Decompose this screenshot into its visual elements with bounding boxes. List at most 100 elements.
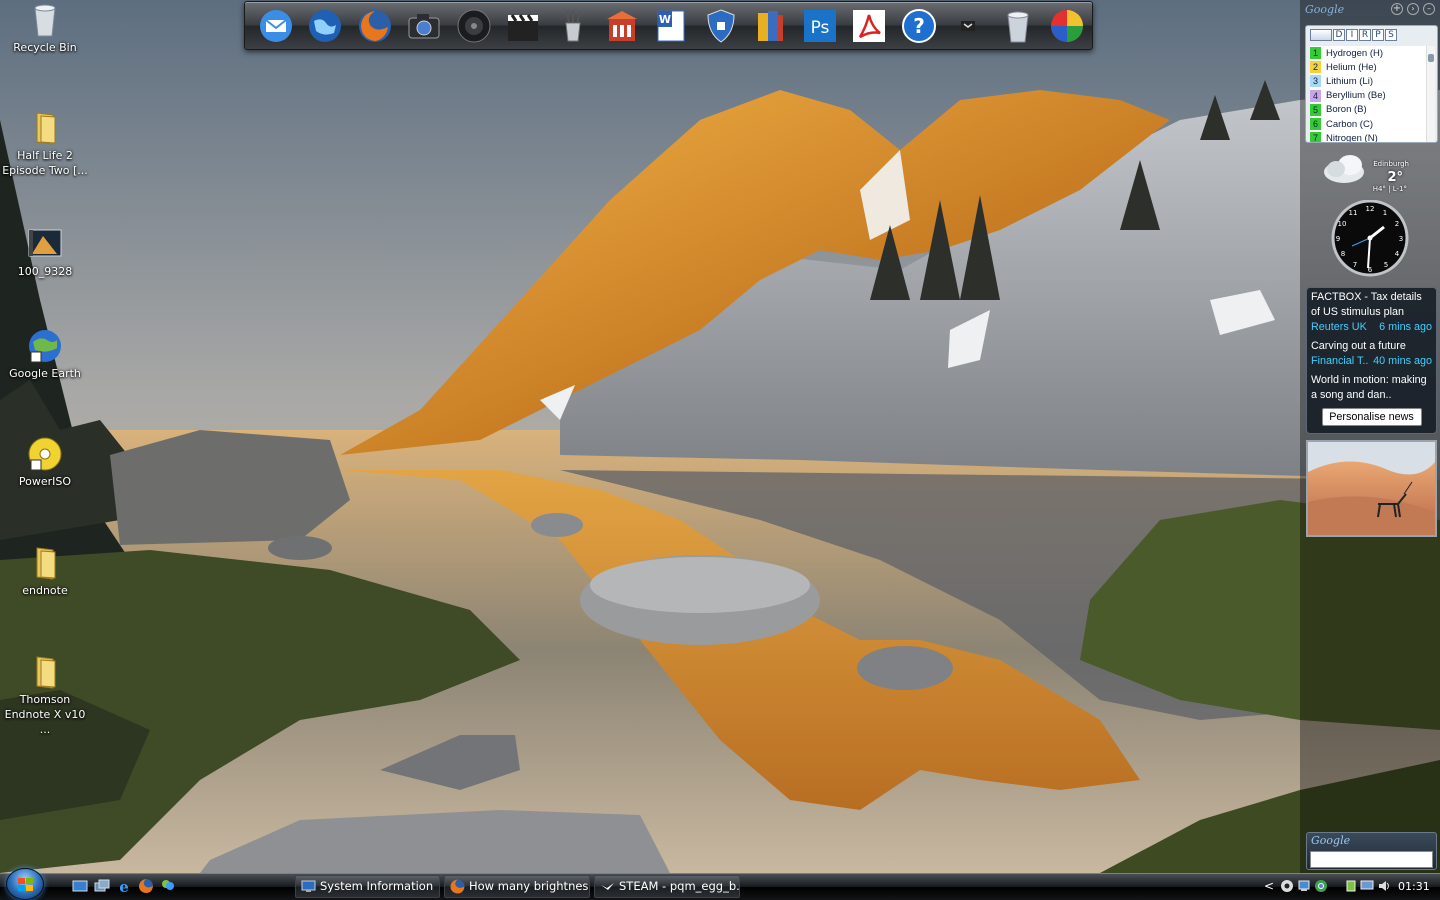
desktop-icon-half-life-2[interactable]: Half Life 2 Episode Two [... <box>0 110 90 178</box>
desktop-icon-poweriso[interactable]: PowerISO <box>0 436 90 489</box>
desktop-wallpaper <box>0 0 1440 873</box>
periodic-tab[interactable]: D <box>1333 29 1345 41</box>
news-headline[interactable]: FACTBOX - Tax details of US stimulus pla… <box>1311 290 1432 320</box>
trash-icon <box>1007 11 1029 42</box>
show-desktop-icon[interactable] <box>72 878 88 894</box>
periodic-tab[interactable]: S <box>1385 29 1397 41</box>
svg-text:Ps: Ps <box>810 18 829 38</box>
svg-text:e: e <box>119 878 129 894</box>
taskbar-task[interactable]: How many brightnes... <box>444 875 590 898</box>
steam-tray-icon[interactable] <box>1280 879 1294 893</box>
element-row[interactable]: 5 Boron (B) <box>1310 103 1426 117</box>
google-earth-icon <box>29 330 61 363</box>
clock-face-icon: 12 123 4567 891011 <box>1331 199 1409 277</box>
dock-books[interactable] <box>746 4 795 48</box>
news-source[interactable]: Reuters UK <box>1311 320 1367 335</box>
messenger-icon[interactable] <box>160 878 176 894</box>
dock-terminal[interactable] <box>944 4 993 48</box>
sidebar-next-icon[interactable]: › <box>1407 3 1419 15</box>
news-headline[interactable]: World in motion: making a song and dan.. <box>1311 373 1432 403</box>
dock-trash[interactable] <box>993 4 1042 48</box>
periodic-switch-icon[interactable] <box>1310 29 1332 41</box>
weather-gadget[interactable]: Edinburgh 2° H4° | L-1° <box>1322 150 1417 198</box>
weather-city: Edinburgh <box>1373 160 1409 168</box>
dock-library[interactable] <box>597 4 646 48</box>
volume-tray-icon[interactable] <box>1377 879 1391 893</box>
dock-word[interactable]: W <box>647 4 696 48</box>
safely-remove-tray-icon[interactable] <box>1344 879 1358 893</box>
dock-speaker[interactable] <box>449 4 498 48</box>
tray-expand-chevron[interactable]: < <box>1264 879 1274 893</box>
chrome-tray-icon[interactable] <box>1314 879 1328 893</box>
sidebar-add-gadget-icon[interactable]: + <box>1391 3 1403 15</box>
svg-text:2: 2 <box>1395 220 1399 228</box>
taskbar-task[interactable]: STEAM - pqm_egg_b... <box>594 875 740 898</box>
acrobat-icon <box>853 9 886 42</box>
camera-icon <box>408 13 440 38</box>
news-headline[interactable]: Carving out a future <box>1311 339 1432 354</box>
element-number: 5 <box>1310 103 1321 116</box>
dock-mail[interactable] <box>251 4 300 48</box>
desktop-icon-google-earth[interactable]: Google Earth <box>0 328 90 381</box>
folder-icon <box>36 656 56 689</box>
recycle-bin-icon <box>34 4 56 37</box>
news-source-row: Reuters UK 6 mins ago <box>1311 320 1432 335</box>
google-search-gadget: Google <box>1306 832 1437 870</box>
dock-shield[interactable] <box>696 4 745 48</box>
element-row[interactable]: 4 Beryllium (Be) <box>1310 89 1426 103</box>
taskbar-clock[interactable]: 01:31 <box>1398 880 1430 893</box>
element-list-scrollbar[interactable] <box>1426 46 1435 142</box>
element-name: Nitrogen (N) <box>1326 132 1378 142</box>
desktop-icon-thomson-endnote[interactable]: Thomson Endnote X v10 ... <box>0 654 90 737</box>
periodic-tab[interactable]: I <box>1346 29 1358 41</box>
element-name: Carbon (C) <box>1326 118 1373 130</box>
switch-windows-icon[interactable] <box>94 878 110 894</box>
dock-camera[interactable] <box>399 4 448 48</box>
desktop-icon-100-9328[interactable]: 100_9328 <box>0 226 90 279</box>
dock-pencil-cup[interactable] <box>548 4 597 48</box>
periodic-table-gadget: D I R P S 1 Hydrogen (H) 2 Helium (He) 3 Lith… <box>1305 25 1438 143</box>
slideshow-gadget[interactable] <box>1306 440 1437 537</box>
element-row[interactable]: 7 Nitrogen (N) <box>1310 131 1426 142</box>
element-name: Hydrogen (H) <box>1326 47 1384 59</box>
system-info-icon <box>301 880 316 892</box>
help-icon: ? <box>901 8 936 43</box>
google-search-input[interactable] <box>1310 851 1433 868</box>
display-tray-icon[interactable] <box>1360 879 1374 893</box>
dock-photoshop[interactable]: Ps <box>795 4 844 48</box>
network-tray-icon[interactable] <box>1297 879 1311 893</box>
element-row[interactable]: 1 Hydrogen (H) <box>1310 46 1426 60</box>
dock-acrobat[interactable] <box>845 4 894 48</box>
weather-temperature: 2° <box>1387 170 1403 185</box>
analog-clock-gadget[interactable]: 12 1 2 3 4567 8 9 10 11 <box>1331 199 1411 278</box>
dock-clapperboard[interactable] <box>498 4 547 48</box>
desktop-icon-recycle-bin[interactable]: Recycle Bin <box>0 2 90 55</box>
dock-color-wheel[interactable] <box>1043 4 1092 48</box>
taskbar-task-label: STEAM - pqm_egg_b... <box>619 879 740 893</box>
periodic-gadget-google-logo: Google <box>1305 3 1345 16</box>
news-source[interactable]: Financial T.. <box>1311 354 1368 369</box>
svg-text:?: ? <box>913 14 925 38</box>
dock-web[interactable] <box>300 4 349 48</box>
desktop-icon-endnote[interactable]: endnote <box>0 545 90 598</box>
personalise-news-button[interactable]: Personalise news <box>1321 408 1422 426</box>
internet-explorer-icon[interactable]: e <box>116 878 132 894</box>
firefox-icon <box>450 879 465 894</box>
periodic-tab[interactable]: P <box>1372 29 1384 41</box>
svg-text:9: 9 <box>1336 235 1340 243</box>
svg-text:3: 3 <box>1399 235 1403 243</box>
dock-firefox[interactable] <box>350 4 399 48</box>
sidebar-minimize-icon[interactable]: – <box>1423 3 1435 15</box>
element-row[interactable]: 2 Helium (He) <box>1310 60 1426 74</box>
taskbar-task[interactable]: System Information <box>295 875 440 898</box>
color-wheel-icon <box>1051 9 1084 42</box>
element-row[interactable]: 6 Carbon (C) <box>1310 117 1426 131</box>
slideshow-image <box>1308 442 1435 535</box>
element-number: 1 <box>1310 47 1321 60</box>
start-button[interactable] <box>6 868 44 900</box>
periodic-tab[interactable]: R <box>1359 29 1371 41</box>
svg-text:5: 5 <box>1384 261 1388 269</box>
firefox-quicklaunch-icon[interactable] <box>138 878 154 894</box>
element-row[interactable]: 3 Lithium (Li) <box>1310 74 1426 88</box>
dock-help[interactable]: ? <box>894 4 943 48</box>
